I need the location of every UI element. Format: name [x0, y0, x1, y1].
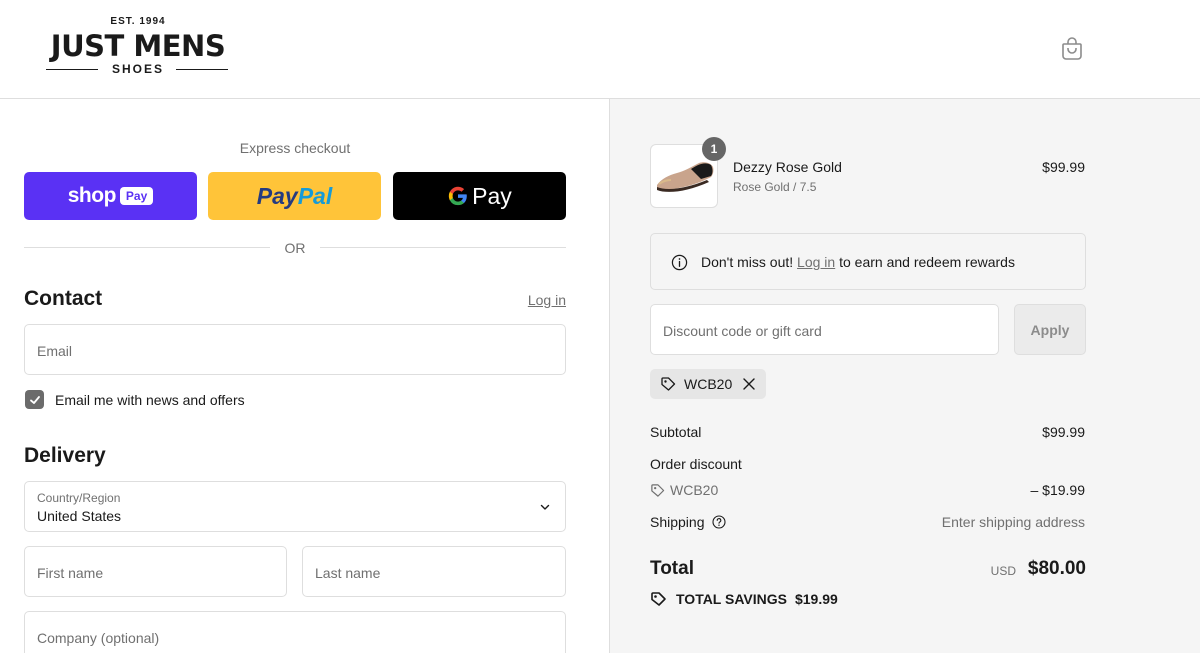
rewards-banner: Don't miss out! Log in to earn and redee…	[650, 233, 1086, 290]
product-price: $99.99	[1042, 159, 1085, 175]
contact-login-link[interactable]: Log in	[510, 292, 566, 308]
shipping-value: Enter shipping address	[941, 514, 1085, 530]
first-name-placeholder: First name	[37, 565, 104, 581]
product-name: Dezzy Rose Gold	[733, 159, 842, 175]
first-name-field[interactable]: First name	[24, 546, 287, 597]
header: EST. 1994 JUST MENS SHOES	[0, 0, 1200, 99]
order-discount-code: WCB20	[670, 482, 719, 498]
rewards-text-before: Don't miss out!	[701, 254, 794, 270]
google-pay-logo: Pay	[447, 183, 512, 210]
shop-pay-button[interactable]: shop Pay	[24, 172, 197, 220]
shop-pay-word: shop	[67, 184, 117, 207]
email-field[interactable]: Email	[24, 324, 566, 375]
brand-name: JUST MENS	[50, 29, 226, 63]
order-discount-code-line: WCB20	[650, 482, 718, 498]
quantity-badge: 1	[702, 137, 726, 161]
total-savings: TOTAL SAVINGS $19.99	[650, 591, 838, 607]
product-variant: Rose Gold / 7.5	[733, 180, 817, 194]
email-placeholder: Email	[37, 343, 73, 359]
paypal-part1: Pay	[256, 182, 298, 209]
subtotal-label: Subtotal	[650, 424, 702, 440]
country-label: Country/Region	[37, 491, 121, 505]
order-discount-value: – $19.99	[1030, 482, 1086, 498]
savings-value: $19.99	[794, 591, 838, 607]
total-label: Total	[650, 558, 694, 579]
savings-label: TOTAL SAVINGS	[676, 591, 787, 607]
shipping-label: Shipping	[650, 514, 705, 530]
applied-discount-chip: WCB20	[650, 369, 766, 399]
close-icon[interactable]	[742, 377, 756, 391]
google-pay-word: Pay	[472, 182, 512, 209]
country-value: United States	[37, 508, 122, 524]
express-checkout-title: Express checkout	[239, 140, 351, 156]
shop-pay-chip: Pay	[119, 187, 154, 205]
brand-est: EST. 1994	[110, 16, 166, 27]
rewards-login-link[interactable]: Log in	[797, 254, 835, 270]
info-icon	[671, 254, 688, 271]
paypal-logo: PayPal	[257, 183, 332, 210]
tag-icon	[651, 592, 666, 606]
google-pay-button[interactable]: Pay	[393, 172, 566, 220]
order-discount-label: Order discount	[650, 456, 742, 472]
discount-code-input[interactable]: Discount code or gift card	[650, 304, 999, 355]
newsletter-checkbox[interactable]	[25, 390, 44, 409]
last-name-field[interactable]: Last name	[302, 546, 566, 597]
rewards-text-after: to earn and redeem rewards	[839, 254, 1015, 270]
chevron-down-icon	[540, 504, 550, 510]
shipping-label-row: Shipping	[650, 514, 726, 530]
paypal-part2: Pal	[297, 182, 333, 209]
newsletter-label: Email me with news and offers	[55, 392, 245, 408]
discount-placeholder: Discount code or gift card	[663, 323, 822, 339]
shopping-bag-icon[interactable]	[1061, 36, 1083, 60]
company-placeholder: Company (optional)	[37, 630, 160, 646]
rewards-text: Don't miss out! Log in to earn and redee…	[701, 254, 1015, 270]
paypal-button[interactable]: PayPal	[208, 172, 381, 220]
tag-icon	[661, 377, 676, 391]
help-icon[interactable]	[712, 515, 726, 529]
contact-title: Contact	[24, 287, 103, 310]
subtotal-value: $99.99	[1042, 424, 1085, 440]
last-name-placeholder: Last name	[315, 565, 381, 581]
total-amount: $80.00	[1027, 558, 1086, 579]
delivery-title: Delivery	[24, 444, 106, 467]
brand-logo[interactable]: EST. 1994 JUST MENS SHOES	[26, 16, 250, 78]
or-divider-left	[24, 247, 270, 248]
or-divider-right	[320, 247, 566, 248]
or-divider-text: OR	[284, 240, 306, 256]
applied-discount-code: WCB20	[684, 376, 733, 392]
checkmark-icon	[29, 395, 40, 404]
tag-icon	[651, 483, 665, 497]
apply-discount-button[interactable]: Apply	[1014, 304, 1086, 355]
company-field[interactable]: Company (optional)	[24, 611, 566, 653]
logo-rule-right	[176, 69, 228, 70]
country-select[interactable]: Country/Region United States	[24, 481, 566, 532]
google-g-icon	[449, 186, 467, 206]
